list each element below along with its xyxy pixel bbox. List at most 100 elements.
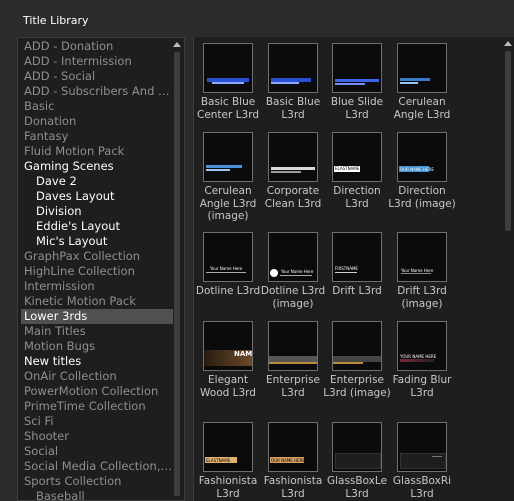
title-tile[interactable]: Blue Slide L3rd — [325, 37, 389, 137]
title-tile[interactable]: Cerulean Angle L3rd (image) — [196, 126, 260, 226]
tree-item[interactable]: Social — [24, 444, 172, 459]
tree-scroll-thumb[interactable] — [174, 52, 180, 496]
title-tile[interactable]: GlassBoxRi L3rd — [390, 416, 454, 501]
title-tile[interactable]: YOUR NAME HERE Fading Blur L3rd — [390, 315, 454, 415]
title-tile[interactable]: ELASTNAME Fashionista L3rd — [196, 416, 260, 501]
thumb-graphic — [432, 456, 442, 457]
thumb-graphic — [269, 362, 317, 364]
title-thumbnail[interactable] — [268, 43, 318, 93]
title-thumbnail[interactable] — [268, 321, 318, 371]
title-tile[interactable]: OUR NAME HERE Fashionista L3rd — [261, 416, 325, 501]
tree-item[interactable]: Motion Bugs — [24, 339, 172, 354]
title-thumbnail[interactable] — [203, 132, 253, 182]
tree-item[interactable]: ADD - Intermission — [24, 54, 172, 69]
tree-item[interactable]: Dave 2 — [36, 174, 170, 189]
title-thumbnail[interactable]: NAM — [203, 321, 253, 371]
tree-item[interactable]: Main Titles — [24, 324, 172, 339]
thumb-graphic — [400, 78, 430, 81]
title-label: Blue Slide L3rd — [330, 96, 384, 121]
tree-item[interactable]: ADD - Donation — [24, 39, 172, 54]
tree-item[interactable]: Division — [36, 204, 170, 219]
title-tile[interactable]: Basic Blue Center L3rd — [196, 37, 260, 137]
tree-item[interactable]: New titles — [24, 354, 172, 369]
tree-item[interactable]: PowerMotion Collection — [24, 384, 172, 399]
thumb-graphic — [271, 82, 299, 84]
tree-item[interactable]: ADD - Subscribers And F... — [24, 84, 172, 99]
thumb-text: ELASTNAME — [335, 166, 360, 171]
grid-scroll-thumb[interactable] — [505, 51, 511, 231]
title-tile[interactable]: Your Name Here Dotline L3rd (image) — [261, 226, 325, 326]
title-label: Cerulean Angle L3rd (image) — [199, 185, 257, 222]
title-thumbnail[interactable]: ELASTNAME — [332, 132, 382, 182]
thumb-graphic — [400, 359, 434, 362]
tree-item[interactable]: GraphPax Collection — [24, 249, 172, 264]
scroll-up-arrow-icon[interactable] — [173, 42, 181, 47]
tree-item[interactable]: Daves Layout — [36, 189, 170, 204]
title-tile[interactable]: Enterprise L3rd (image) — [323, 315, 391, 415]
thumb-graphic — [335, 83, 365, 85]
title-tile[interactable]: ELASTNAME Direction L3rd — [325, 126, 389, 226]
title-label: Direction L3rd (image) — [388, 185, 456, 210]
title-tile[interactable]: Your Name Here Drift L3rd (image) — [390, 226, 454, 326]
title-thumbnail[interactable] — [397, 43, 447, 93]
tree-item[interactable]: Gaming Scenes — [24, 159, 172, 174]
title-thumbnail[interactable]: FIRSTNAME — [332, 232, 382, 282]
thumb-text: FIRSTNAME — [335, 266, 358, 271]
title-thumbnail[interactable] — [203, 43, 253, 93]
tree-item[interactable]: Fluid Motion Pack — [24, 144, 172, 159]
title-thumbnail[interactable]: Your Name Here — [203, 232, 253, 282]
title-tile[interactable]: Enterprise L3rd — [261, 315, 325, 415]
tree-item[interactable]: PrimeTime Collection — [24, 399, 172, 414]
tree-item[interactable]: Social Media Collection, ... — [24, 459, 172, 474]
title-tile[interactable]: Corporate Clean L3rd — [261, 126, 325, 226]
category-tree[interactable]: ADD - Donation ADD - Intermission ADD - So… — [17, 37, 185, 501]
title-thumbnail[interactable] — [332, 43, 382, 93]
thumb-graphic — [335, 453, 381, 469]
tree-scrollbar[interactable] — [172, 40, 182, 498]
tree-item[interactable]: Sci Fi — [24, 414, 172, 429]
title-tile[interactable]: OUR NAME HERE Direction L3rd (image) — [388, 126, 456, 226]
thumb-graphic — [271, 171, 301, 173]
thumb-graphic — [400, 82, 418, 84]
tree-item[interactable]: Shooter — [24, 429, 172, 444]
tree-item[interactable]: Fantasy — [24, 129, 172, 144]
title-label: GlassBoxRi L3rd — [392, 475, 452, 500]
title-tile[interactable]: Basic Blue L3rd — [261, 37, 325, 137]
thumb-graphic — [401, 273, 431, 274]
grid-scrollbar[interactable] — [502, 39, 514, 501]
title-tile[interactable]: Your Name Here Dotline L3rd — [196, 226, 260, 326]
title-thumbnail[interactable]: Your Name Here — [268, 232, 318, 282]
tree-item[interactable]: OnAir Collection — [24, 369, 172, 384]
title-tile[interactable]: GlassBoxLe L3rd — [325, 416, 389, 501]
tree-item[interactable]: Sports Collection — [24, 474, 172, 489]
title-tile[interactable]: Cerulean Angle L3rd — [390, 37, 454, 137]
tree-item[interactable]: Lower 3rds — [21, 309, 173, 324]
thumb-graphic — [335, 272, 357, 273]
tree-item[interactable]: Kinetic Motion Pack — [24, 294, 172, 309]
title-label: Enterprise L3rd — [265, 374, 320, 399]
tree-item[interactable]: HighLine Collection — [24, 264, 172, 279]
title-tile[interactable]: FIRSTNAME Drift L3rd — [325, 226, 389, 326]
title-thumbnail[interactable] — [332, 422, 382, 472]
title-thumbnail[interactable] — [397, 422, 447, 472]
tree-item[interactable]: Basic — [24, 99, 172, 114]
title-thumbnail[interactable] — [332, 321, 382, 371]
title-grid[interactable]: Basic Blue Center L3rd Basic Blue L3rd Blu… — [193, 37, 514, 501]
title-tile[interactable]: NAM Elegant Wood L3rd — [196, 315, 260, 415]
tree-item[interactable]: Eddie's Layout — [36, 219, 170, 234]
tree-item[interactable]: Donation — [24, 114, 172, 129]
tree-item[interactable]: Mic's Layout — [36, 234, 170, 249]
scroll-up-arrow-icon[interactable] — [504, 41, 512, 46]
title-label: GlassBoxLe L3rd — [326, 475, 388, 500]
title-label: Corporate Clean L3rd — [264, 185, 322, 210]
title-thumbnail[interactable]: Your Name Here — [397, 232, 447, 282]
title-thumbnail[interactable]: YOUR NAME HERE — [397, 321, 447, 371]
tree-item[interactable]: Intermission — [24, 279, 172, 294]
title-label: Elegant Wood L3rd — [200, 374, 256, 399]
title-thumbnail[interactable] — [268, 132, 318, 182]
tree-item[interactable]: ADD - Social — [24, 69, 172, 84]
title-thumbnail[interactable]: ELASTNAME — [203, 422, 253, 472]
title-thumbnail[interactable]: OUR NAME HERE — [268, 422, 318, 472]
title-thumbnail[interactable]: OUR NAME HERE — [397, 132, 447, 182]
tree-item[interactable]: Baseball — [36, 489, 170, 500]
